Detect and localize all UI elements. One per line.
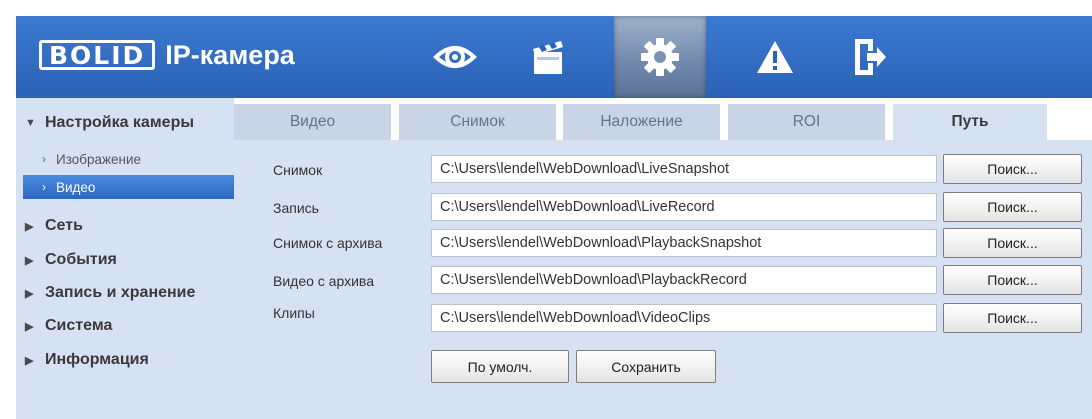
logout-icon <box>855 39 886 75</box>
default-button[interactable]: По умолч. <box>431 350 569 383</box>
save-button[interactable]: Сохранить <box>576 350 716 383</box>
sidebar: ▼ Настройка камеры › Изображение › Видео… <box>16 98 234 419</box>
playback-snapshot-browse-button[interactable]: Поиск... <box>943 228 1082 258</box>
sidebar-item-label: События <box>45 251 117 268</box>
sidebar-item-events[interactable]: ▶ События <box>16 246 234 274</box>
record-path-label: Запись <box>273 200 319 216</box>
snapshot-path-label: Снимок <box>273 162 323 178</box>
expanded-triangle-icon: ▼ <box>25 117 36 129</box>
collapsed-triangle-icon: ▶ <box>25 220 34 233</box>
sidebar-subitem-video[interactable]: › Видео <box>23 175 234 199</box>
sidebar-item-info[interactable]: ▶ Информация <box>16 346 234 374</box>
clips-path-field[interactable]: C:\Users\lendel\WebDownload\VideoClips <box>431 304 937 332</box>
playback-snapshot-path-label: Снимок с архива <box>273 235 383 251</box>
nav-live-button[interactable] <box>419 16 491 98</box>
warning-icon <box>757 41 793 73</box>
collapsed-triangle-icon: ▶ <box>25 287 34 300</box>
nav-alarm-button[interactable] <box>739 16 811 98</box>
sidebar-item-network[interactable]: ▶ Сеть <box>16 212 234 240</box>
top-bar: BOLID IP-камера <box>16 16 1092 98</box>
logo: BOLID IP-камера <box>39 40 295 70</box>
clapperboard-icon <box>533 41 563 74</box>
collapsed-triangle-icon: ▶ <box>25 254 34 267</box>
tab-video[interactable]: Видео <box>234 104 391 140</box>
collapsed-triangle-icon: ▶ <box>25 354 34 367</box>
logo-product: IP-камера <box>165 39 295 70</box>
tab-roi[interactable]: ROI <box>728 104 885 140</box>
clips-path-label: Клипы <box>273 305 315 321</box>
record-path-field[interactable]: C:\Users\lendel\WebDownload\LiveRecord <box>431 193 937 221</box>
clips-browse-button[interactable]: Поиск... <box>943 303 1082 333</box>
record-browse-button[interactable]: Поиск... <box>943 192 1082 222</box>
tab-path[interactable]: Путь <box>893 104 1047 140</box>
sidebar-item-record-storage[interactable]: ▶ Запись и хранение <box>16 279 234 307</box>
eye-icon <box>433 46 477 68</box>
snapshot-path-field[interactable]: C:\Users\lendel\WebDownload\LiveSnapshot <box>431 155 937 183</box>
nav-logout-button[interactable] <box>833 16 905 98</box>
tab-overlay[interactable]: Наложение <box>563 104 720 140</box>
playback-record-path-label: Видео с архива <box>273 273 374 289</box>
nav-playback-button[interactable] <box>513 16 585 98</box>
sidebar-item-system[interactable]: ▶ Система <box>16 312 234 340</box>
sidebar-item-label: Настройка камеры <box>45 114 194 131</box>
playback-record-path-field[interactable]: C:\Users\lendel\WebDownload\PlaybackReco… <box>431 266 937 294</box>
nav-settings-button[interactable] <box>614 16 706 98</box>
sidebar-item-label: Система <box>45 317 113 334</box>
collapsed-triangle-icon: ▶ <box>25 320 34 333</box>
snapshot-browse-button[interactable]: Поиск... <box>943 154 1082 184</box>
sidebar-item-label: Видео <box>56 179 96 195</box>
sidebar-item-label: Информация <box>45 351 149 368</box>
logo-brand: BOLID <box>39 40 156 70</box>
sidebar-subitem-image[interactable]: › Изображение <box>16 147 234 171</box>
sidebar-item-label: Изображение <box>56 151 142 167</box>
sidebar-item-label: Сеть <box>45 217 83 234</box>
tab-snapshot[interactable]: Снимок <box>399 104 556 140</box>
sidebar-item-label: Запись и хранение <box>45 284 196 301</box>
sidebar-item-camera-settings[interactable]: ▼ Настройка камеры <box>16 109 234 137</box>
gear-icon <box>641 38 679 76</box>
playback-snapshot-path-field[interactable]: C:\Users\lendel\WebDownload\PlaybackSnap… <box>431 229 937 257</box>
chevron-right-icon: › <box>42 152 46 166</box>
chevron-right-icon: › <box>42 180 46 194</box>
playback-record-browse-button[interactable]: Поиск... <box>943 265 1082 295</box>
